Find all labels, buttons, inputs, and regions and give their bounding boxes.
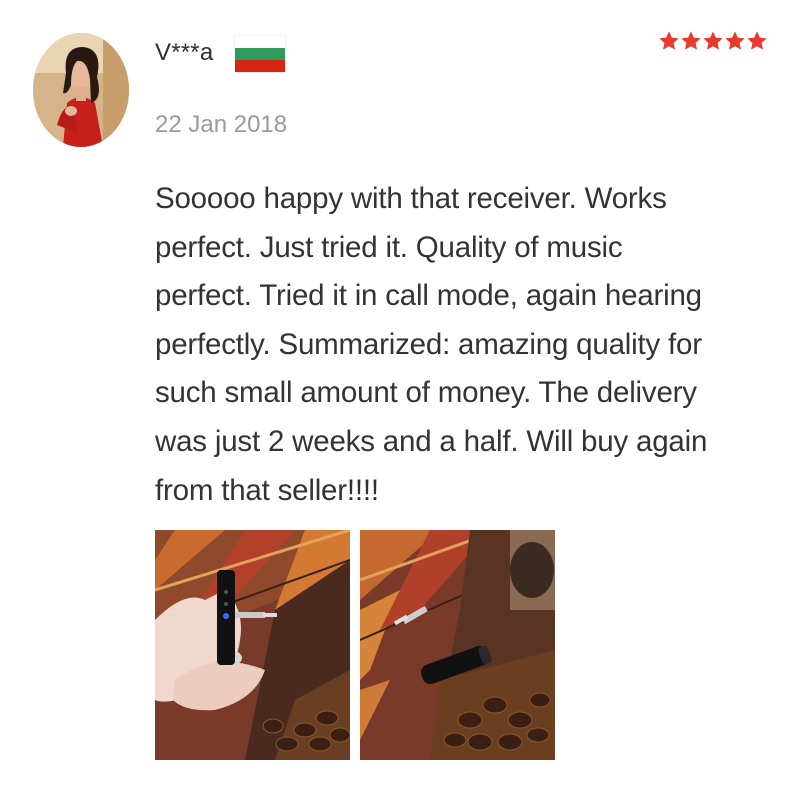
star-icon (681, 31, 701, 50)
star-icon (703, 31, 723, 50)
review-photo-1[interactable] (155, 530, 350, 760)
receiver-on-table-image (360, 530, 555, 760)
review-text: Sooooo happy with that receiver. Works p… (155, 182, 708, 507)
star-rating (658, 30, 768, 52)
bulgaria-flag-icon (235, 36, 285, 72)
star-icon (725, 31, 745, 50)
review-date: 22 Jan 2018 (155, 111, 288, 138)
review-photo-2[interactable] (360, 530, 555, 760)
receiver-in-hand-image (155, 530, 350, 760)
review-card: V***a 22 Jan 2018 Sooooo happy with that… (0, 0, 800, 800)
reviewer-name: V***a (155, 39, 214, 66)
star-icon (747, 31, 767, 50)
avatar[interactable] (33, 33, 129, 147)
star-icon (659, 31, 679, 50)
